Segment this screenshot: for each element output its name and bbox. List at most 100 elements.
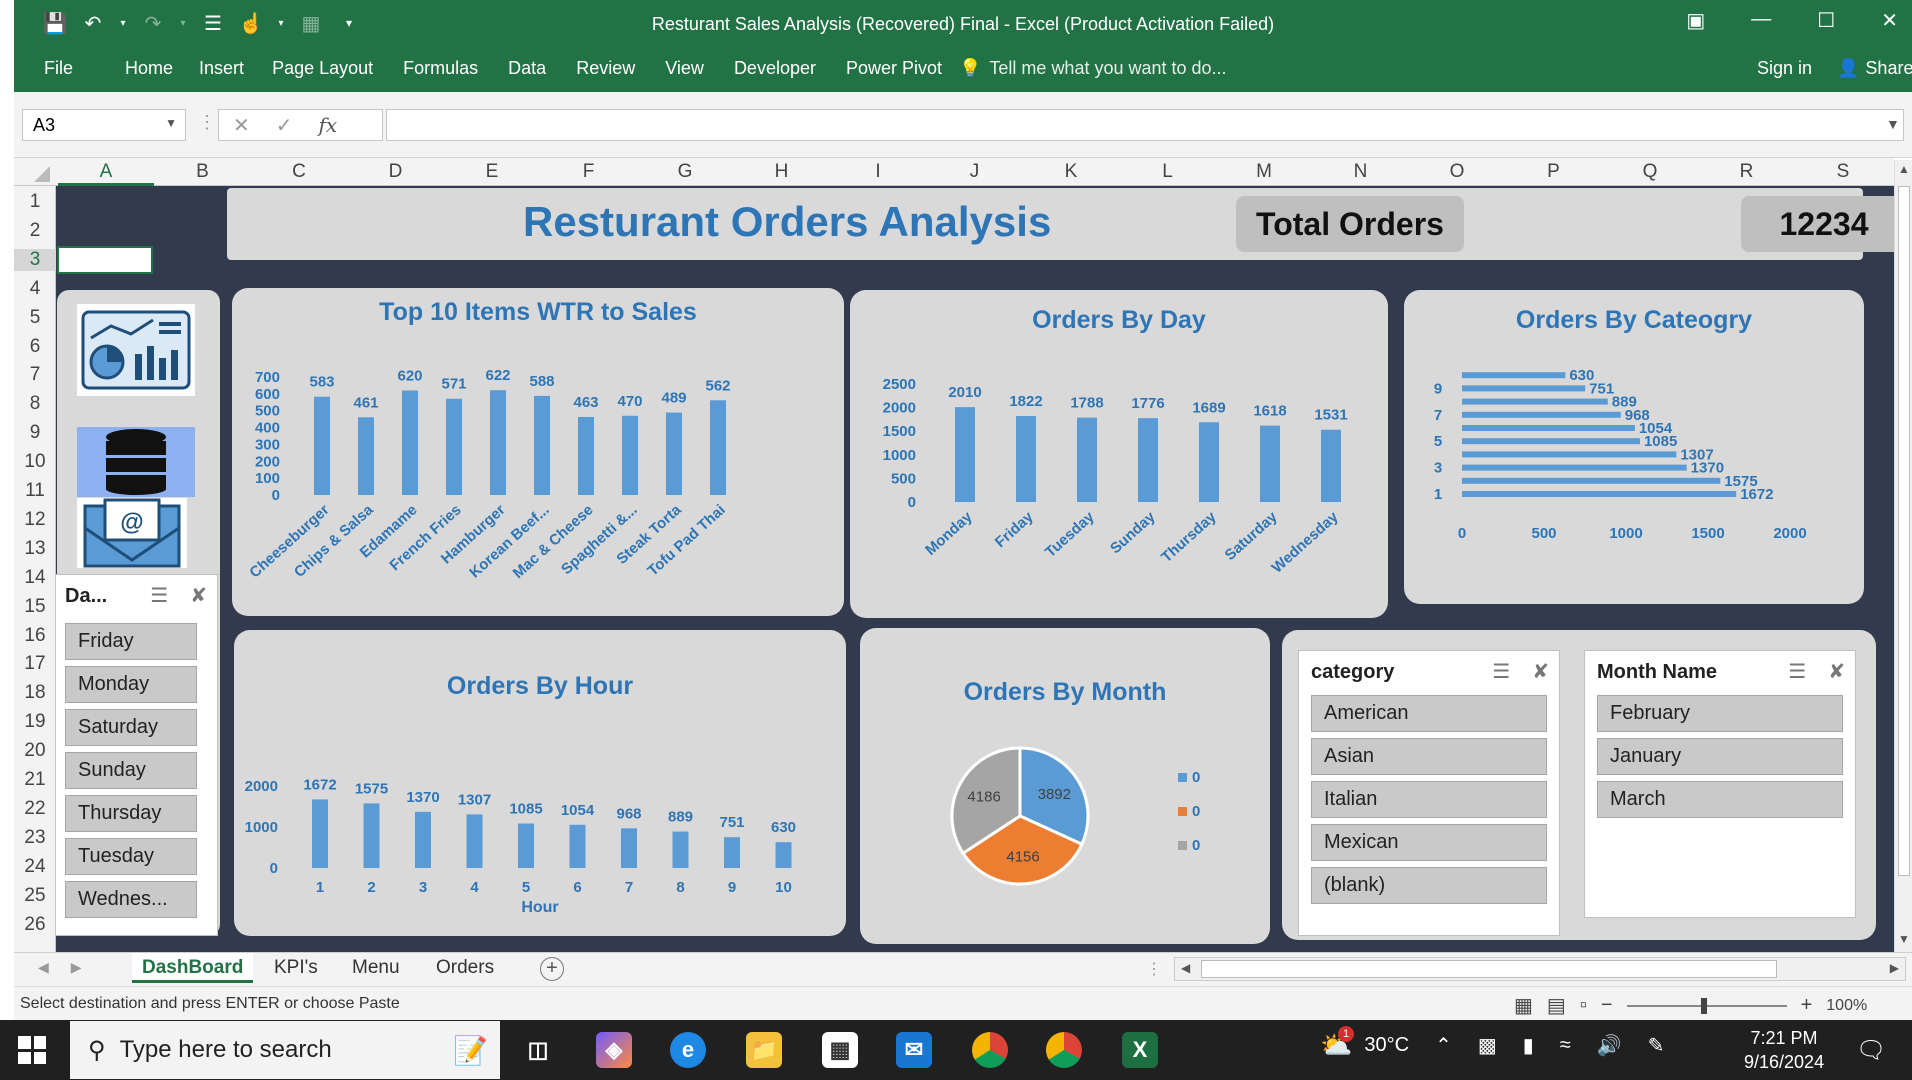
column-header[interactable]: F: [541, 161, 637, 183]
taskbar-clock[interactable]: 7:21 PM 9/16/2024: [1744, 1026, 1824, 1074]
selected-cell-a3[interactable]: [57, 246, 153, 274]
tab-home[interactable]: Home: [125, 58, 173, 79]
close-icon[interactable]: ✕: [1881, 8, 1898, 33]
file-explorer-icon[interactable]: 📁: [746, 1032, 782, 1068]
mail-icon[interactable]: ✉: [896, 1032, 932, 1068]
sign-in-link[interactable]: Sign in: [1757, 58, 1812, 79]
row-header[interactable]: 20: [14, 740, 56, 762]
day-slicer-item[interactable]: Sunday: [65, 752, 197, 789]
column-header[interactable]: C: [251, 161, 347, 183]
zoom-level[interactable]: 100%: [1826, 997, 1867, 1015]
expand-formula-icon[interactable]: ▼: [1886, 116, 1900, 132]
row-header[interactable]: 3: [14, 248, 56, 271]
multi-select-icon[interactable]: ☰: [150, 583, 168, 608]
zoom-out-icon[interactable]: −: [1601, 994, 1613, 1017]
month-slicer-item[interactable]: January: [1597, 738, 1843, 775]
column-header[interactable]: B: [155, 161, 251, 183]
row-header[interactable]: 8: [14, 393, 56, 415]
category-slicer-item[interactable]: (blank): [1311, 867, 1547, 904]
row-header[interactable]: 14: [14, 567, 56, 589]
row-header[interactable]: 25: [14, 885, 56, 907]
vertical-scroll-thumb[interactable]: [1898, 186, 1910, 876]
sheet-tab-menu[interactable]: Menu: [342, 953, 410, 983]
scroll-left-icon[interactable]: ◀: [1181, 961, 1190, 975]
ribbon-display-icon[interactable]: ▣: [1686, 8, 1705, 33]
multi-select-icon[interactable]: ☰: [1492, 659, 1510, 684]
category-slicer-item[interactable]: American: [1311, 695, 1547, 732]
row-header[interactable]: 9: [14, 422, 56, 444]
microsoft-store-icon[interactable]: ▦: [822, 1032, 858, 1068]
meet-icon[interactable]: ▩: [1478, 1033, 1497, 1058]
maximize-icon[interactable]: ☐: [1817, 8, 1835, 33]
column-header[interactable]: A: [58, 161, 154, 186]
row-header[interactable]: 26: [14, 914, 56, 936]
category-slicer-item[interactable]: Italian: [1311, 781, 1547, 818]
row-header[interactable]: 18: [14, 682, 56, 704]
column-header[interactable]: M: [1216, 161, 1312, 183]
row-header[interactable]: 17: [14, 653, 56, 675]
volume-icon[interactable]: 🔊: [1597, 1033, 1622, 1058]
column-header[interactable]: K: [1023, 161, 1119, 183]
row-header[interactable]: 13: [14, 538, 56, 560]
scroll-up-icon[interactable]: ▲: [1898, 162, 1910, 176]
column-header[interactable]: S: [1795, 161, 1891, 183]
analytics-icon[interactable]: [77, 304, 195, 396]
zoom-slider-knob[interactable]: [1700, 997, 1707, 1014]
clear-filter-icon[interactable]: ✘: [1828, 659, 1845, 684]
row-header[interactable]: 6: [14, 336, 56, 358]
tab-review[interactable]: Review: [576, 58, 635, 79]
name-box[interactable]: A3 ▼: [22, 109, 186, 141]
row-header[interactable]: 12: [14, 509, 56, 531]
clear-filter-icon[interactable]: ✘: [1532, 659, 1549, 684]
task-view-icon[interactable]: ◫: [520, 1032, 556, 1068]
horizontal-scroll-thumb[interactable]: [1201, 960, 1777, 978]
show-hidden-icons-icon[interactable]: ⌃: [1435, 1033, 1452, 1058]
taskbar-search-box[interactable]: ⚲ Type here to search 📝: [70, 1021, 500, 1079]
sheet-tab-orders[interactable]: Orders: [426, 953, 504, 983]
column-header[interactable]: I: [830, 161, 926, 183]
copilot-icon[interactable]: ◈: [596, 1032, 632, 1068]
network-icon[interactable]: ≈: [1560, 1034, 1571, 1057]
vertical-scrollbar[interactable]: ▲ ▼: [1894, 160, 1912, 952]
column-header[interactable]: R: [1699, 161, 1795, 183]
formula-input[interactable]: [386, 109, 1904, 141]
month-slicer-item[interactable]: February: [1597, 695, 1843, 732]
page-break-view-icon[interactable]: ▫: [1580, 994, 1587, 1017]
weather-icon[interactable]: ⛅ 1: [1320, 1026, 1354, 1061]
horizontal-scrollbar[interactable]: ◀ ▶: [1174, 957, 1906, 981]
tab-insert[interactable]: Insert: [199, 58, 244, 79]
page-layout-view-icon[interactable]: ▤: [1547, 993, 1566, 1018]
clear-filter-icon[interactable]: ✘: [190, 583, 207, 608]
column-header[interactable]: H: [734, 161, 830, 183]
select-all-corner[interactable]: [34, 166, 50, 182]
insert-function-icon[interactable]: fx: [319, 113, 338, 137]
tab-data[interactable]: Data: [508, 58, 546, 79]
category-slicer-item[interactable]: Asian: [1311, 738, 1547, 775]
email-icon[interactable]: @: [77, 498, 187, 568]
scroll-right-icon[interactable]: ▶: [1890, 961, 1899, 975]
row-header[interactable]: 24: [14, 856, 56, 878]
weather-temp[interactable]: 30°C: [1364, 1034, 1409, 1057]
row-header[interactable]: 10: [14, 451, 56, 473]
row-header[interactable]: 23: [14, 827, 56, 849]
row-header[interactable]: 5: [14, 307, 56, 329]
day-slicer-item[interactable]: Saturday: [65, 709, 197, 746]
name-box-dropdown-icon[interactable]: ▼: [165, 116, 177, 130]
column-header[interactable]: P: [1506, 161, 1602, 183]
column-header[interactable]: N: [1313, 161, 1409, 183]
day-slicer-item[interactable]: Thursday: [65, 795, 197, 832]
row-header[interactable]: 15: [14, 596, 56, 618]
tab-power-pivot[interactable]: Power Pivot: [846, 58, 942, 79]
notification-icon[interactable]: 🗨: [1856, 1036, 1886, 1065]
tab-split-grip-icon[interactable]: ⋮: [1146, 959, 1162, 979]
row-header[interactable]: 7: [14, 364, 56, 386]
row-header[interactable]: 22: [14, 798, 56, 820]
row-header[interactable]: 2: [14, 220, 56, 242]
row-header[interactable]: 21: [14, 769, 56, 791]
tab-page-layout[interactable]: Page Layout: [272, 58, 373, 79]
row-header[interactable]: 4: [14, 278, 56, 300]
minimize-icon[interactable]: —: [1751, 8, 1771, 33]
add-sheet-icon[interactable]: +: [540, 957, 564, 981]
row-header[interactable]: 1: [14, 191, 56, 213]
day-slicer-item[interactable]: Monday: [65, 666, 197, 703]
